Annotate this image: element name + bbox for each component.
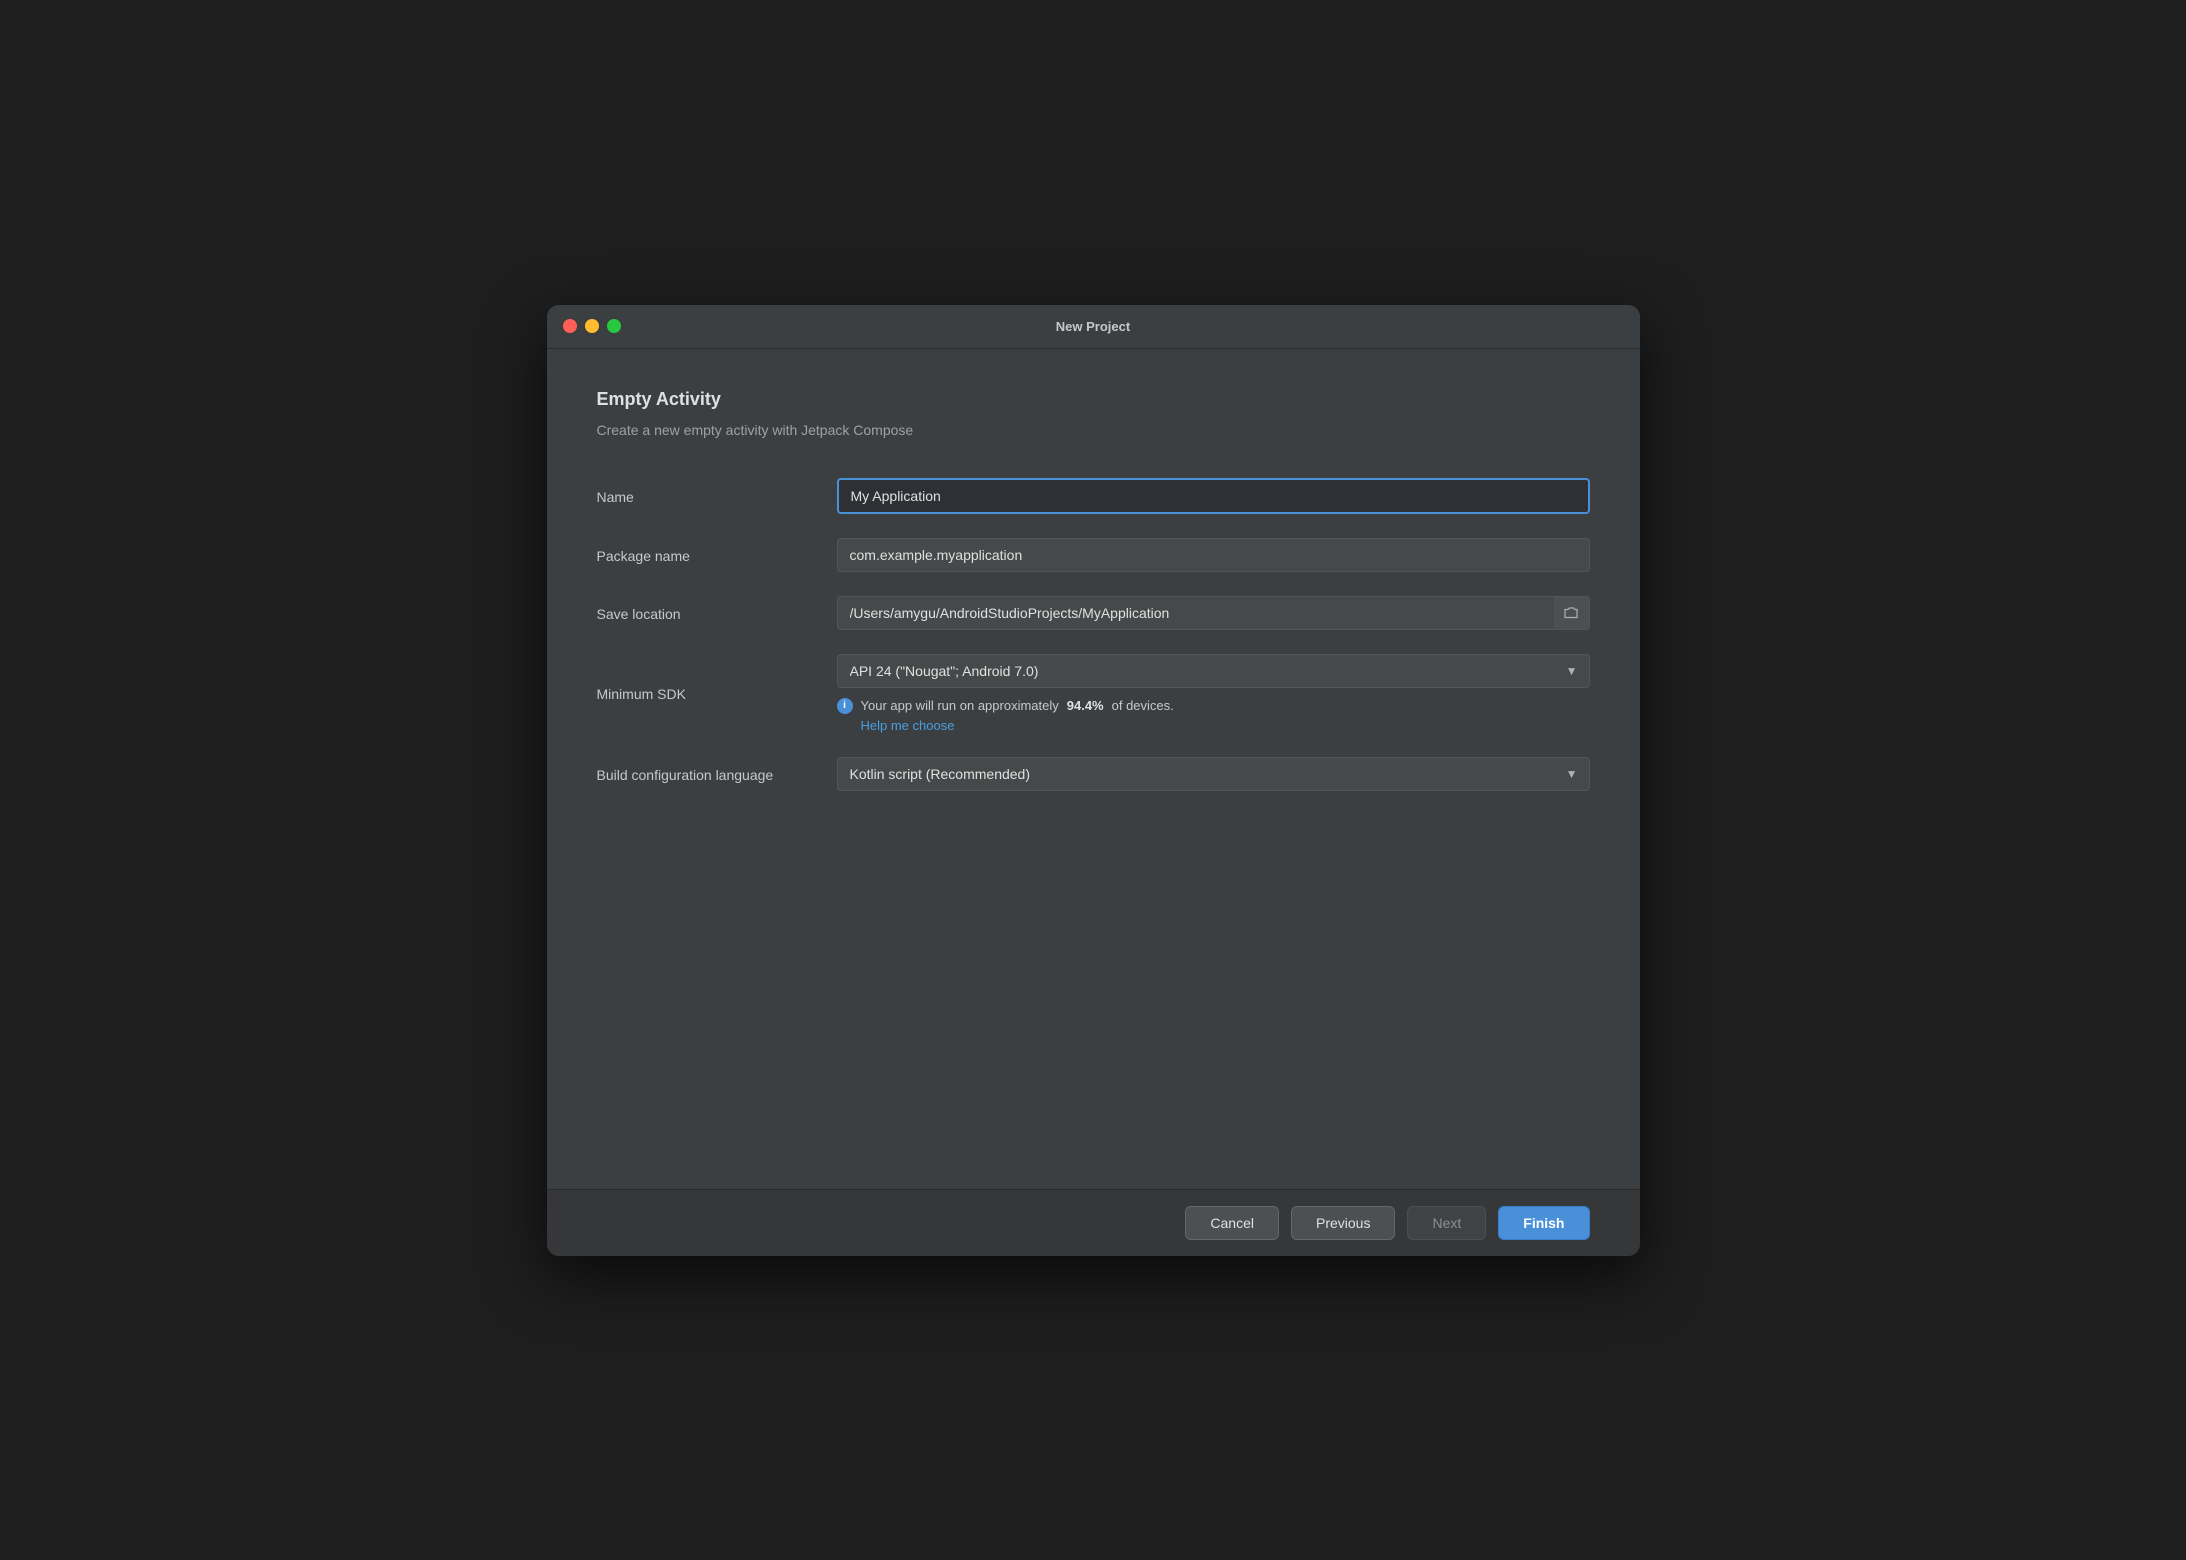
name-input[interactable]	[837, 478, 1590, 514]
info-icon: i	[837, 698, 853, 714]
save-location-row: Save location	[597, 596, 1590, 630]
section-title: Empty Activity	[597, 389, 1590, 410]
minimum-sdk-control: API 21 ("Lollipop"; Android 5.0) API 22 …	[837, 654, 1590, 733]
name-label: Name	[597, 487, 837, 505]
previous-button[interactable]: Previous	[1291, 1206, 1395, 1240]
sdk-info-text-post: of devices.	[1112, 698, 1174, 713]
sdk-info-text-pre: Your app will run on approximately	[861, 698, 1059, 713]
next-button[interactable]: Next	[1407, 1206, 1486, 1240]
build-config-label: Build configuration language	[597, 765, 837, 783]
minimum-sdk-row: Minimum SDK API 21 ("Lollipop"; Android …	[597, 654, 1590, 733]
package-label: Package name	[597, 546, 837, 564]
close-button[interactable]	[563, 319, 577, 333]
cancel-button[interactable]: Cancel	[1185, 1206, 1279, 1240]
maximize-button[interactable]	[607, 319, 621, 333]
build-config-row: Build configuration language Kotlin scri…	[597, 757, 1590, 791]
browse-folder-button[interactable]	[1554, 596, 1590, 630]
sdk-info-percentage: 94.4%	[1067, 698, 1104, 713]
help-me-choose-link[interactable]: Help me choose	[861, 718, 1590, 733]
build-config-select[interactable]: Kotlin script (Recommended) Groovy DSL	[837, 757, 1590, 791]
titlebar: New Project	[547, 305, 1640, 349]
package-row: Package name	[597, 538, 1590, 572]
name-row: Name	[597, 478, 1590, 514]
build-config-control: Kotlin script (Recommended) Groovy DSL ▼	[837, 757, 1590, 791]
minimum-sdk-label: Minimum SDK	[597, 684, 837, 702]
minimize-button[interactable]	[585, 319, 599, 333]
traffic-lights	[563, 319, 621, 333]
dialog-content: Empty Activity Create a new empty activi…	[547, 349, 1640, 1109]
save-location-input[interactable]	[837, 596, 1590, 630]
package-input[interactable]	[837, 538, 1590, 572]
build-config-wrapper: Kotlin script (Recommended) Groovy DSL ▼	[837, 757, 1590, 791]
window-title: New Project	[1056, 319, 1130, 334]
save-location-control	[837, 596, 1590, 630]
package-control	[837, 538, 1590, 572]
section-subtitle: Create a new empty activity with Jetpack…	[597, 422, 1590, 438]
sdk-info-box: i Your app will run on approximately 94.…	[837, 698, 1590, 733]
minimum-sdk-select[interactable]: API 21 ("Lollipop"; Android 5.0) API 22 …	[837, 654, 1590, 688]
save-location-label: Save location	[597, 604, 837, 622]
finish-button[interactable]: Finish	[1498, 1206, 1589, 1240]
save-location-wrapper	[837, 596, 1590, 630]
new-project-window: New Project Empty Activity Create a new …	[547, 305, 1640, 1256]
name-control	[837, 478, 1590, 514]
bottom-bar: Cancel Previous Next Finish	[547, 1189, 1640, 1256]
sdk-info-line: i Your app will run on approximately 94.…	[837, 698, 1590, 714]
minimum-sdk-wrapper: API 21 ("Lollipop"; Android 5.0) API 22 …	[837, 654, 1590, 688]
